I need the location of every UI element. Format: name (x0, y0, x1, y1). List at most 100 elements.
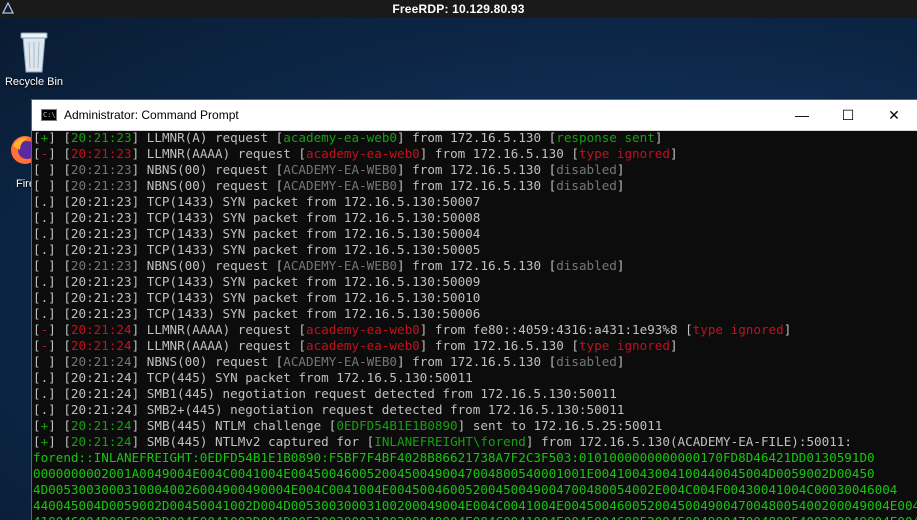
console-text: academy-ea-web0 (306, 146, 420, 161)
console-line: [.] [20:21:23] TCP(1433) SYN packet from… (33, 226, 917, 242)
console-text: ] NBNS(00) request [ (131, 258, 284, 273)
console-line: [ ] [20:21:23] NBNS(00) request [ACADEMY… (33, 162, 917, 178)
console-text: [ (33, 146, 41, 161)
console-text: ] from fe80::4059:4316:a431:1e93%8 [ (419, 322, 693, 337)
console-text: [ (33, 418, 41, 433)
console-text: ACADEMY-EA-WEB0 (283, 258, 397, 273)
console-text: [.] [20:21:24] SMB1(445) negotiation req… (33, 386, 617, 401)
console-text: type ignored (692, 322, 784, 337)
console-line: 410046004D0059002D00450041002D004D005300… (33, 514, 917, 520)
recycle-bin-label: Recycle Bin (4, 76, 64, 88)
console-text: ] from 172.16.5.130 [ (419, 338, 579, 353)
console-text: ] (654, 130, 663, 145)
console-text: [ (33, 434, 41, 449)
console-text: [ ] [ (33, 354, 71, 369)
console-line: [+] [20:21:24] SMB(445) NTLMv2 captured … (33, 434, 917, 450)
console-text: disabled (556, 162, 617, 177)
console-text: [.] [20:21:23] TCP(1433) SYN packet from… (33, 242, 481, 257)
console-line: [.] [20:21:24] TCP(445) SYN packet from … (33, 370, 917, 386)
console-line: [.] [20:21:24] SMB1(445) negotiation req… (33, 386, 917, 402)
console-text: forend::INLANEFREIGHT:0EDFD54B1E1B0890:F… (33, 450, 875, 465)
console-text: [ ] [ (33, 258, 71, 273)
console-text: ] LLMNR(A) request [ (131, 130, 284, 145)
recycle-bin-icon (20, 32, 48, 73)
rdp-title: FreeRDP: 10.129.80.93 (392, 2, 525, 16)
console-line: forend::INLANEFREIGHT:0EDFD54B1E1B0890:F… (33, 450, 917, 466)
window-title-bar[interactable]: C:\ Administrator: Command Prompt — ☐ ✕ (32, 100, 917, 131)
console-text: academy-ea-web0 (283, 130, 397, 145)
console-text: ] from 172.16.5.130 [ (396, 258, 557, 273)
console-text: [ (33, 322, 41, 337)
console-text: 4D00530030003100040026004900490004E004C0… (33, 482, 898, 497)
console-text: ] (616, 354, 625, 369)
command-prompt-window[interactable]: C:\ Administrator: Command Prompt — ☐ ✕ … (32, 100, 917, 520)
console-line: [-] [20:21:24] LLMNR(AAAA) request [acad… (33, 338, 917, 354)
console-text: 20:21:23 (70, 146, 132, 161)
window-title: Administrator: Command Prompt (64, 108, 239, 122)
console-text: 20:21:24 (70, 354, 132, 369)
console-text: ] (616, 178, 625, 193)
console-text: ] NBNS(00) request [ (131, 162, 284, 177)
console-text: ] [ (48, 146, 71, 161)
console-text: ] [ (48, 418, 71, 433)
console-text: ] NBNS(00) request [ (131, 178, 284, 193)
console-line: [.] [20:21:23] TCP(1433) SYN packet from… (33, 274, 917, 290)
console-line: 440045004D0059002D00450041002D004D005300… (33, 498, 917, 514)
console-text: 20:21:24 (70, 322, 132, 337)
console-line: [.] [20:21:23] TCP(1433) SYN packet from… (33, 242, 917, 258)
console-text: 0000000002001A0049004E004C0041004E004500… (33, 466, 875, 481)
console-text: disabled (556, 258, 617, 273)
console-text: 440045004D0059002D00450041002D004D005300… (33, 498, 917, 513)
console-text: [.] [20:21:23] TCP(1433) SYN packet from… (33, 290, 481, 305)
console-text: INLANEFREIGHT\forend (374, 434, 526, 449)
console-text: ] (669, 338, 678, 353)
console-line: [+] [20:21:23] LLMNR(A) request [academy… (33, 130, 917, 146)
console-text: 20:21:23 (70, 258, 132, 273)
console-text: response sent (556, 130, 655, 145)
console-text: type ignored (578, 338, 670, 353)
console-text: ] from 172.16.5.130 [ (397, 130, 557, 145)
console-text: ] (616, 258, 625, 273)
console-text: ] (783, 322, 792, 337)
console-text: [.] [20:21:23] TCP(1433) SYN packet from… (33, 194, 481, 209)
rdp-title-bar: FreeRDP: 10.129.80.93 (0, 0, 917, 18)
console-line: [.] [20:21:23] TCP(1433) SYN packet from… (33, 306, 917, 322)
console-text: 20:21:23 (70, 130, 132, 145)
console-text: 20:21:24 (70, 338, 132, 353)
console-line: [ ] [20:21:24] NBNS(00) request [ACADEMY… (33, 354, 917, 370)
console-text: [.] [20:21:24] SMB2+(445) negotiation re… (33, 402, 625, 417)
console-line: [.] [20:21:23] TCP(1433) SYN packet from… (33, 194, 917, 210)
console-text: 20:21:23 (70, 178, 132, 193)
console-output[interactable]: [+] [20:21:23] LLMNR(A) request [academy… (32, 130, 917, 520)
console-line: [ ] [20:21:23] NBNS(00) request [ACADEMY… (33, 178, 917, 194)
close-button[interactable]: ✕ (871, 100, 917, 130)
console-text: ] [ (48, 434, 71, 449)
console-text: 0EDFD54B1E1B0890 (336, 418, 458, 433)
console-text: [.] [20:21:23] TCP(1433) SYN packet from… (33, 306, 481, 321)
command-prompt-icon: C:\ (41, 109, 57, 121)
console-text: ACADEMY-EA-WEB0 (283, 354, 397, 369)
console-text: ] LLMNR(AAAA) request [ (131, 146, 306, 161)
console-text: ] from 172.16.5.130 [ (396, 162, 557, 177)
minimize-button[interactable]: — (779, 100, 825, 130)
console-text: [.] [20:21:24] TCP(445) SYN packet from … (33, 370, 473, 385)
maximize-button[interactable]: ☐ (825, 100, 871, 130)
console-line: [.] [20:21:23] TCP(1433) SYN packet from… (33, 290, 917, 306)
console-text: 410046004D0059002D00450041002D004D005300… (33, 514, 917, 520)
console-text: ] (616, 162, 625, 177)
console-text: ] [ (48, 338, 71, 353)
console-text: [.] [20:21:23] TCP(1433) SYN packet from… (33, 210, 481, 225)
console-text: academy-ea-web0 (306, 338, 420, 353)
console-text: ACADEMY-EA-WEB0 (283, 178, 397, 193)
console-line: 0000000002001A0049004E004C0041004E004500… (33, 466, 917, 482)
console-text: ] SMB(445) NTLM challenge [ (131, 418, 337, 433)
console-line: [.] [20:21:23] TCP(1433) SYN packet from… (33, 210, 917, 226)
console-text: 20:21:24 (70, 434, 132, 449)
console-text: academy-ea-web0 (306, 322, 420, 337)
recycle-bin-shortcut[interactable]: Recycle Bin (2, 28, 66, 98)
console-text: 20:21:24 (70, 418, 132, 433)
console-line: [-] [20:21:23] LLMNR(AAAA) request [acad… (33, 146, 917, 162)
console-text: [.] [20:21:23] TCP(1433) SYN packet from… (33, 226, 481, 241)
console-text: ] SMB(445) NTLMv2 captured for [ (131, 434, 375, 449)
console-text: ] NBNS(00) request [ (131, 354, 284, 369)
